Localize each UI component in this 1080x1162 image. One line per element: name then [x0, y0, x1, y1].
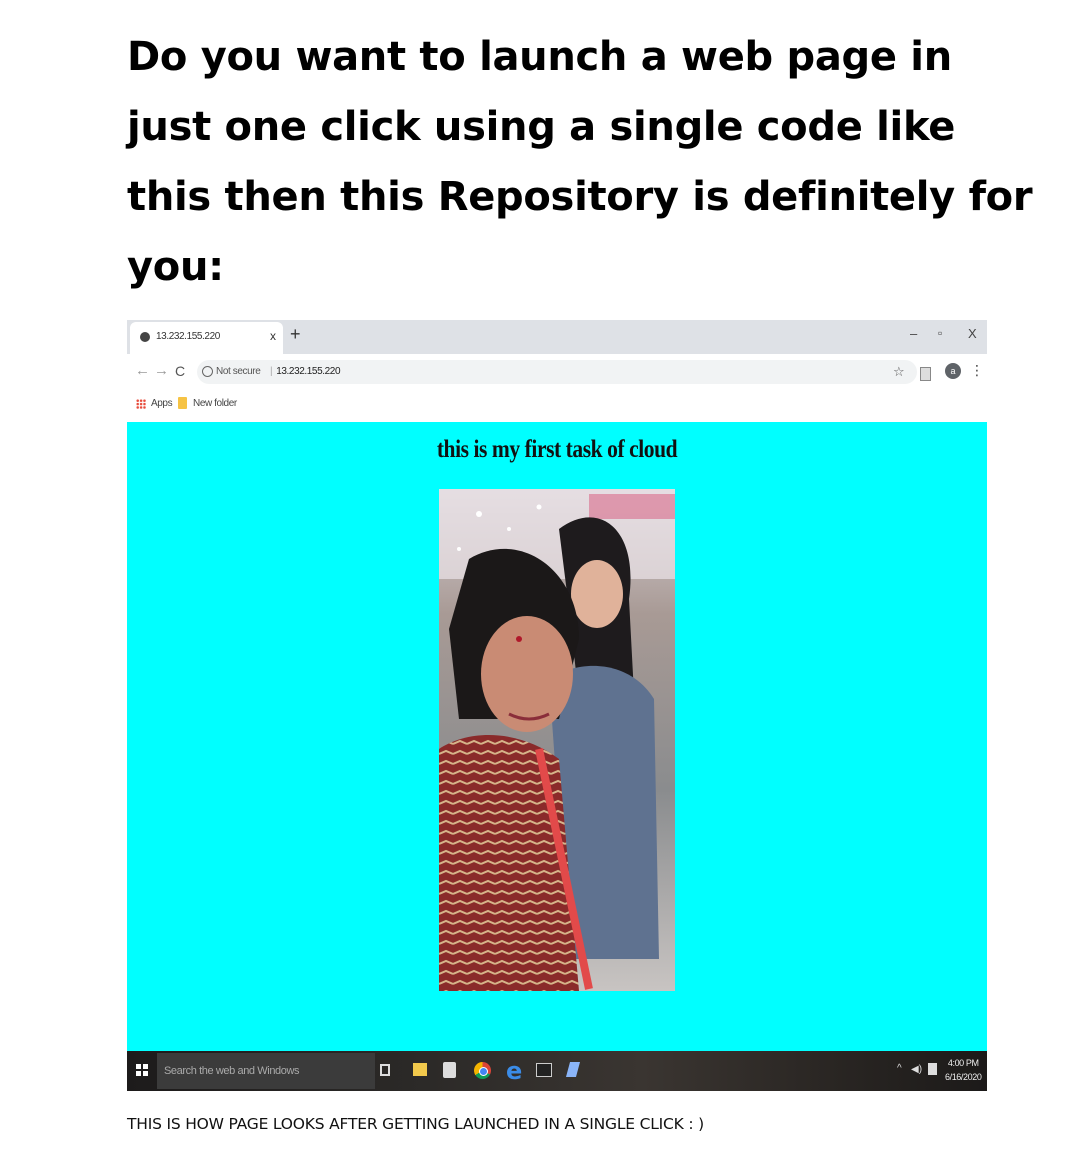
apps-grid-icon[interactable] — [136, 399, 146, 409]
terminal-icon[interactable] — [536, 1063, 552, 1077]
tab-title: 13.232.155.220 — [156, 331, 220, 342]
minimize-button[interactable]: – — [910, 326, 917, 341]
web-page-heading: this is my first task of cloud — [436, 436, 678, 463]
selfie-photo-art — [439, 489, 675, 991]
navigation-bar: ← → C Not secure 13.232.155.220 ☆ a ⋮ — [127, 354, 987, 390]
profile-avatar[interactable]: a — [945, 363, 961, 379]
chevron-up-icon[interactable]: ^ — [897, 1063, 902, 1074]
globe-icon — [140, 332, 150, 342]
windows-taskbar: Search the web and Windows e ^ ◀) 4:00 P… — [127, 1051, 987, 1091]
file-explorer-icon[interactable] — [413, 1063, 427, 1076]
task-view-icon[interactable] — [380, 1064, 390, 1076]
extension-icon[interactable] — [920, 367, 931, 381]
bookmark-new-folder[interactable]: New folder — [193, 398, 237, 409]
url-text[interactable]: 13.232.155.220 — [270, 366, 340, 377]
selfie-photo — [439, 489, 675, 991]
caption: THIS IS HOW PAGE LOOKS AFTER GETTING LAU… — [127, 1115, 704, 1133]
web-page: this is my first task of cloud — [127, 422, 987, 1051]
forward-arrow-icon[interactable]: → — [154, 362, 169, 379]
clock-time: 4:00 PM — [947, 1058, 979, 1068]
menu-dots-icon[interactable]: ⋮ — [970, 362, 984, 379]
tab-close-button[interactable]: x — [270, 329, 276, 343]
address-bar[interactable]: Not secure 13.232.155.220 — [197, 360, 917, 384]
tab-strip: 13.232.155.220 x + – ▫ X — [127, 320, 987, 354]
speaker-icon[interactable]: ◀) — [911, 1064, 922, 1075]
close-window-button[interactable]: X — [968, 326, 977, 341]
new-tab-button[interactable]: + — [290, 324, 301, 345]
back-arrow-icon[interactable]: ← — [135, 362, 150, 379]
bookmark-apps[interactable]: Apps — [151, 398, 173, 409]
clock-date: 6/16/2020 — [945, 1072, 982, 1082]
security-label[interactable]: Not secure — [216, 366, 261, 377]
bookmarks-bar: Apps New folder — [127, 390, 987, 422]
edge-icon[interactable]: e — [506, 1057, 526, 1085]
windows-start-icon[interactable] — [136, 1064, 148, 1076]
star-icon[interactable]: ☆ — [893, 364, 905, 380]
heading-line: this then this Repository is definitely … — [127, 174, 1033, 220]
heading-line: you: — [127, 244, 224, 290]
heading-line: just one click using a single code like — [127, 104, 956, 150]
maximize-button[interactable]: ▫ — [938, 326, 942, 340]
reload-icon[interactable]: C — [175, 363, 185, 379]
heading-line: Do you want to launch a web page in — [127, 34, 952, 80]
info-icon[interactable] — [202, 366, 213, 377]
app-icon[interactable] — [565, 1062, 581, 1077]
browser-tab[interactable]: 13.232.155.220 x — [130, 322, 283, 354]
taskbar-search[interactable]: Search the web and Windows — [157, 1053, 375, 1089]
store-icon[interactable] — [443, 1062, 456, 1078]
taskbar-search-placeholder: Search the web and Windows — [164, 1065, 300, 1077]
notification-icon[interactable] — [928, 1063, 937, 1075]
taskbar-clock[interactable]: 4:00 PM 6/16/2020 — [945, 1056, 982, 1084]
chrome-icon[interactable] — [474, 1062, 491, 1079]
document-heading: Do you want to launch a web page in just… — [127, 22, 1033, 302]
folder-icon[interactable] — [178, 397, 187, 409]
browser-screenshot: 13.232.155.220 x + – ▫ X ← → C Not secur… — [127, 320, 987, 1091]
